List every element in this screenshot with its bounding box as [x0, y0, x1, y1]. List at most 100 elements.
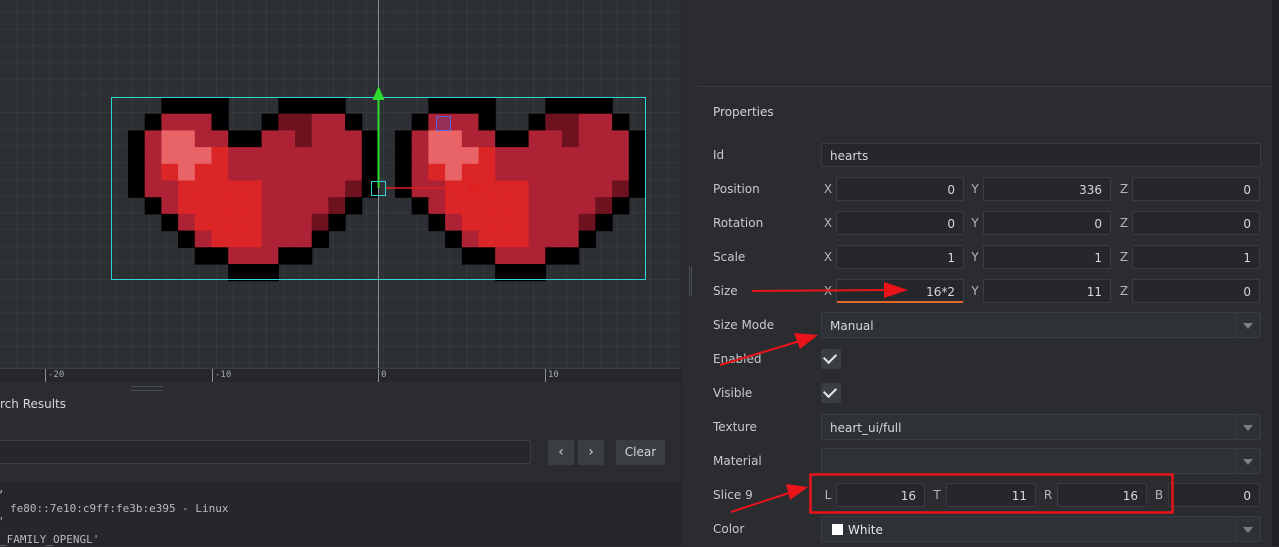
chevron-down-icon[interactable]	[1235, 517, 1260, 541]
heart-pixel	[578, 213, 596, 232]
rotation-y-field[interactable]: 0	[983, 211, 1111, 235]
chevron-down-icon[interactable]	[1235, 313, 1260, 337]
heart-pixel	[144, 113, 162, 131]
position-x-field[interactable]: 0	[836, 177, 964, 201]
visible-checkbox[interactable]	[821, 383, 841, 403]
move-gizmo-y-arrow-icon[interactable]	[372, 86, 385, 100]
position-y-field[interactable]: 336	[983, 177, 1111, 201]
scale-x-field[interactable]: 1	[836, 245, 964, 269]
size-y-field[interactable]: 11	[983, 279, 1111, 303]
size-mode-select[interactable]: Manual	[821, 312, 1261, 338]
heart-pixel	[562, 97, 580, 115]
panel-splitter[interactable]	[681, 0, 699, 546]
heart-pixel	[244, 130, 263, 148]
slice9-l-axis-label: L	[824, 488, 832, 502]
enabled-checkbox[interactable]	[821, 349, 841, 369]
heart-pixel	[178, 180, 196, 198]
heart-pixel	[495, 247, 513, 265]
heart-sprite-left[interactable]	[128, 97, 380, 282]
heart-pixel	[545, 147, 563, 165]
id-field[interactable]: hearts	[821, 143, 1261, 167]
texture-select[interactable]: heart_ui/full	[821, 414, 1261, 440]
chevron-down-icon[interactable]	[1235, 449, 1260, 473]
heart-pixel	[211, 197, 229, 215]
heart-pixel	[295, 230, 313, 248]
slice9-top-field[interactable]: 11	[946, 483, 1036, 507]
heart-pixel	[361, 130, 380, 148]
ruler-tick-label: 0	[381, 370, 387, 380]
search-input[interactable]	[0, 440, 531, 464]
ruler-tick-label: -10	[215, 370, 232, 380]
heart-pixel	[545, 180, 563, 198]
heart-pixel	[595, 97, 613, 115]
heart-pixel	[278, 97, 296, 115]
panel-resize-handle[interactable]	[131, 386, 163, 391]
heart-pixel	[211, 147, 229, 165]
clear-button[interactable]: Clear	[616, 440, 665, 465]
heart-pixel	[595, 197, 613, 215]
heart-pixel	[311, 130, 329, 148]
color-select[interactable]: White	[821, 516, 1261, 542]
position-label: Position	[713, 182, 760, 196]
heart-pixel	[261, 147, 279, 165]
heart-pixel	[228, 180, 246, 198]
chevron-down-icon[interactable]	[1235, 415, 1260, 439]
heart-pixel	[328, 147, 346, 165]
heart-pixel	[595, 130, 613, 148]
rotation-x-field[interactable]: 0	[836, 211, 964, 235]
next-result-button[interactable]: ›	[578, 440, 604, 465]
heart-pixel	[495, 147, 513, 165]
position-z-field[interactable]: 0	[1132, 177, 1260, 201]
scene-canvas[interactable]	[0, 0, 681, 368]
size-z-field[interactable]: 0	[1132, 279, 1260, 303]
slice-corner-handle[interactable]	[436, 116, 451, 131]
heart-pixel	[228, 197, 246, 215]
heart-pixel	[278, 113, 296, 131]
heart-pixel	[295, 130, 313, 148]
result-fragment: '	[0, 515, 5, 528]
result-line[interactable]: _FAMILY_OPENGL'	[0, 533, 99, 546]
heart-pixel	[428, 197, 446, 215]
size-x-field[interactable]: 16*2	[836, 279, 964, 303]
heart-sprite-right[interactable]	[395, 97, 647, 282]
slice9-right-field[interactable]: 16	[1057, 483, 1147, 507]
heart-pixel	[328, 163, 346, 182]
size-mode-label: Size Mode	[713, 318, 775, 332]
heart-pixel	[278, 213, 296, 232]
material-select[interactable]	[821, 448, 1261, 474]
slice9-bottom-field[interactable]: 0	[1168, 483, 1260, 507]
heart-pixel	[511, 264, 530, 282]
heart-pixel	[578, 147, 596, 165]
heart-pixel	[244, 163, 263, 182]
heart-pixel	[211, 213, 229, 232]
previous-result-button[interactable]: ‹	[548, 440, 574, 465]
heart-pixel	[144, 180, 162, 198]
heart-pixel	[345, 147, 363, 165]
heart-pixel	[445, 147, 463, 165]
heart-pixel	[161, 147, 179, 165]
heart-pixel	[478, 230, 496, 248]
heart-pixel	[411, 147, 429, 165]
scale-y-field[interactable]: 1	[983, 245, 1111, 269]
heart-pixel	[595, 213, 613, 232]
splitter-grip[interactable]	[689, 266, 692, 296]
slice9-left-field[interactable]: 16	[836, 483, 925, 507]
rotation-z-field[interactable]: 0	[1132, 211, 1260, 235]
heart-pixel	[461, 197, 480, 215]
heart-pixel	[161, 197, 179, 215]
heart-pixel	[261, 230, 279, 248]
scene-viewport[interactable]	[0, 0, 681, 368]
heart-pixel	[595, 147, 613, 165]
scrollbar-track[interactable]	[1272, 0, 1279, 546]
scale-z-field[interactable]: 1	[1132, 245, 1260, 269]
heart-pixel	[178, 97, 196, 115]
result-line[interactable]: fe80::7e10:c9ff:fe3b:e395 - Linux	[10, 502, 229, 515]
heart-pixel	[211, 247, 229, 265]
heart-pixel	[261, 264, 279, 282]
properties-panel: Properties Id hearts Position X 0 Y 336 …	[698, 86, 1272, 547]
color-swatch	[832, 524, 843, 535]
heart-pixel	[311, 113, 329, 131]
heart-pixel	[595, 180, 613, 198]
heart-pixel	[311, 180, 329, 198]
heart-pixel	[211, 113, 229, 131]
